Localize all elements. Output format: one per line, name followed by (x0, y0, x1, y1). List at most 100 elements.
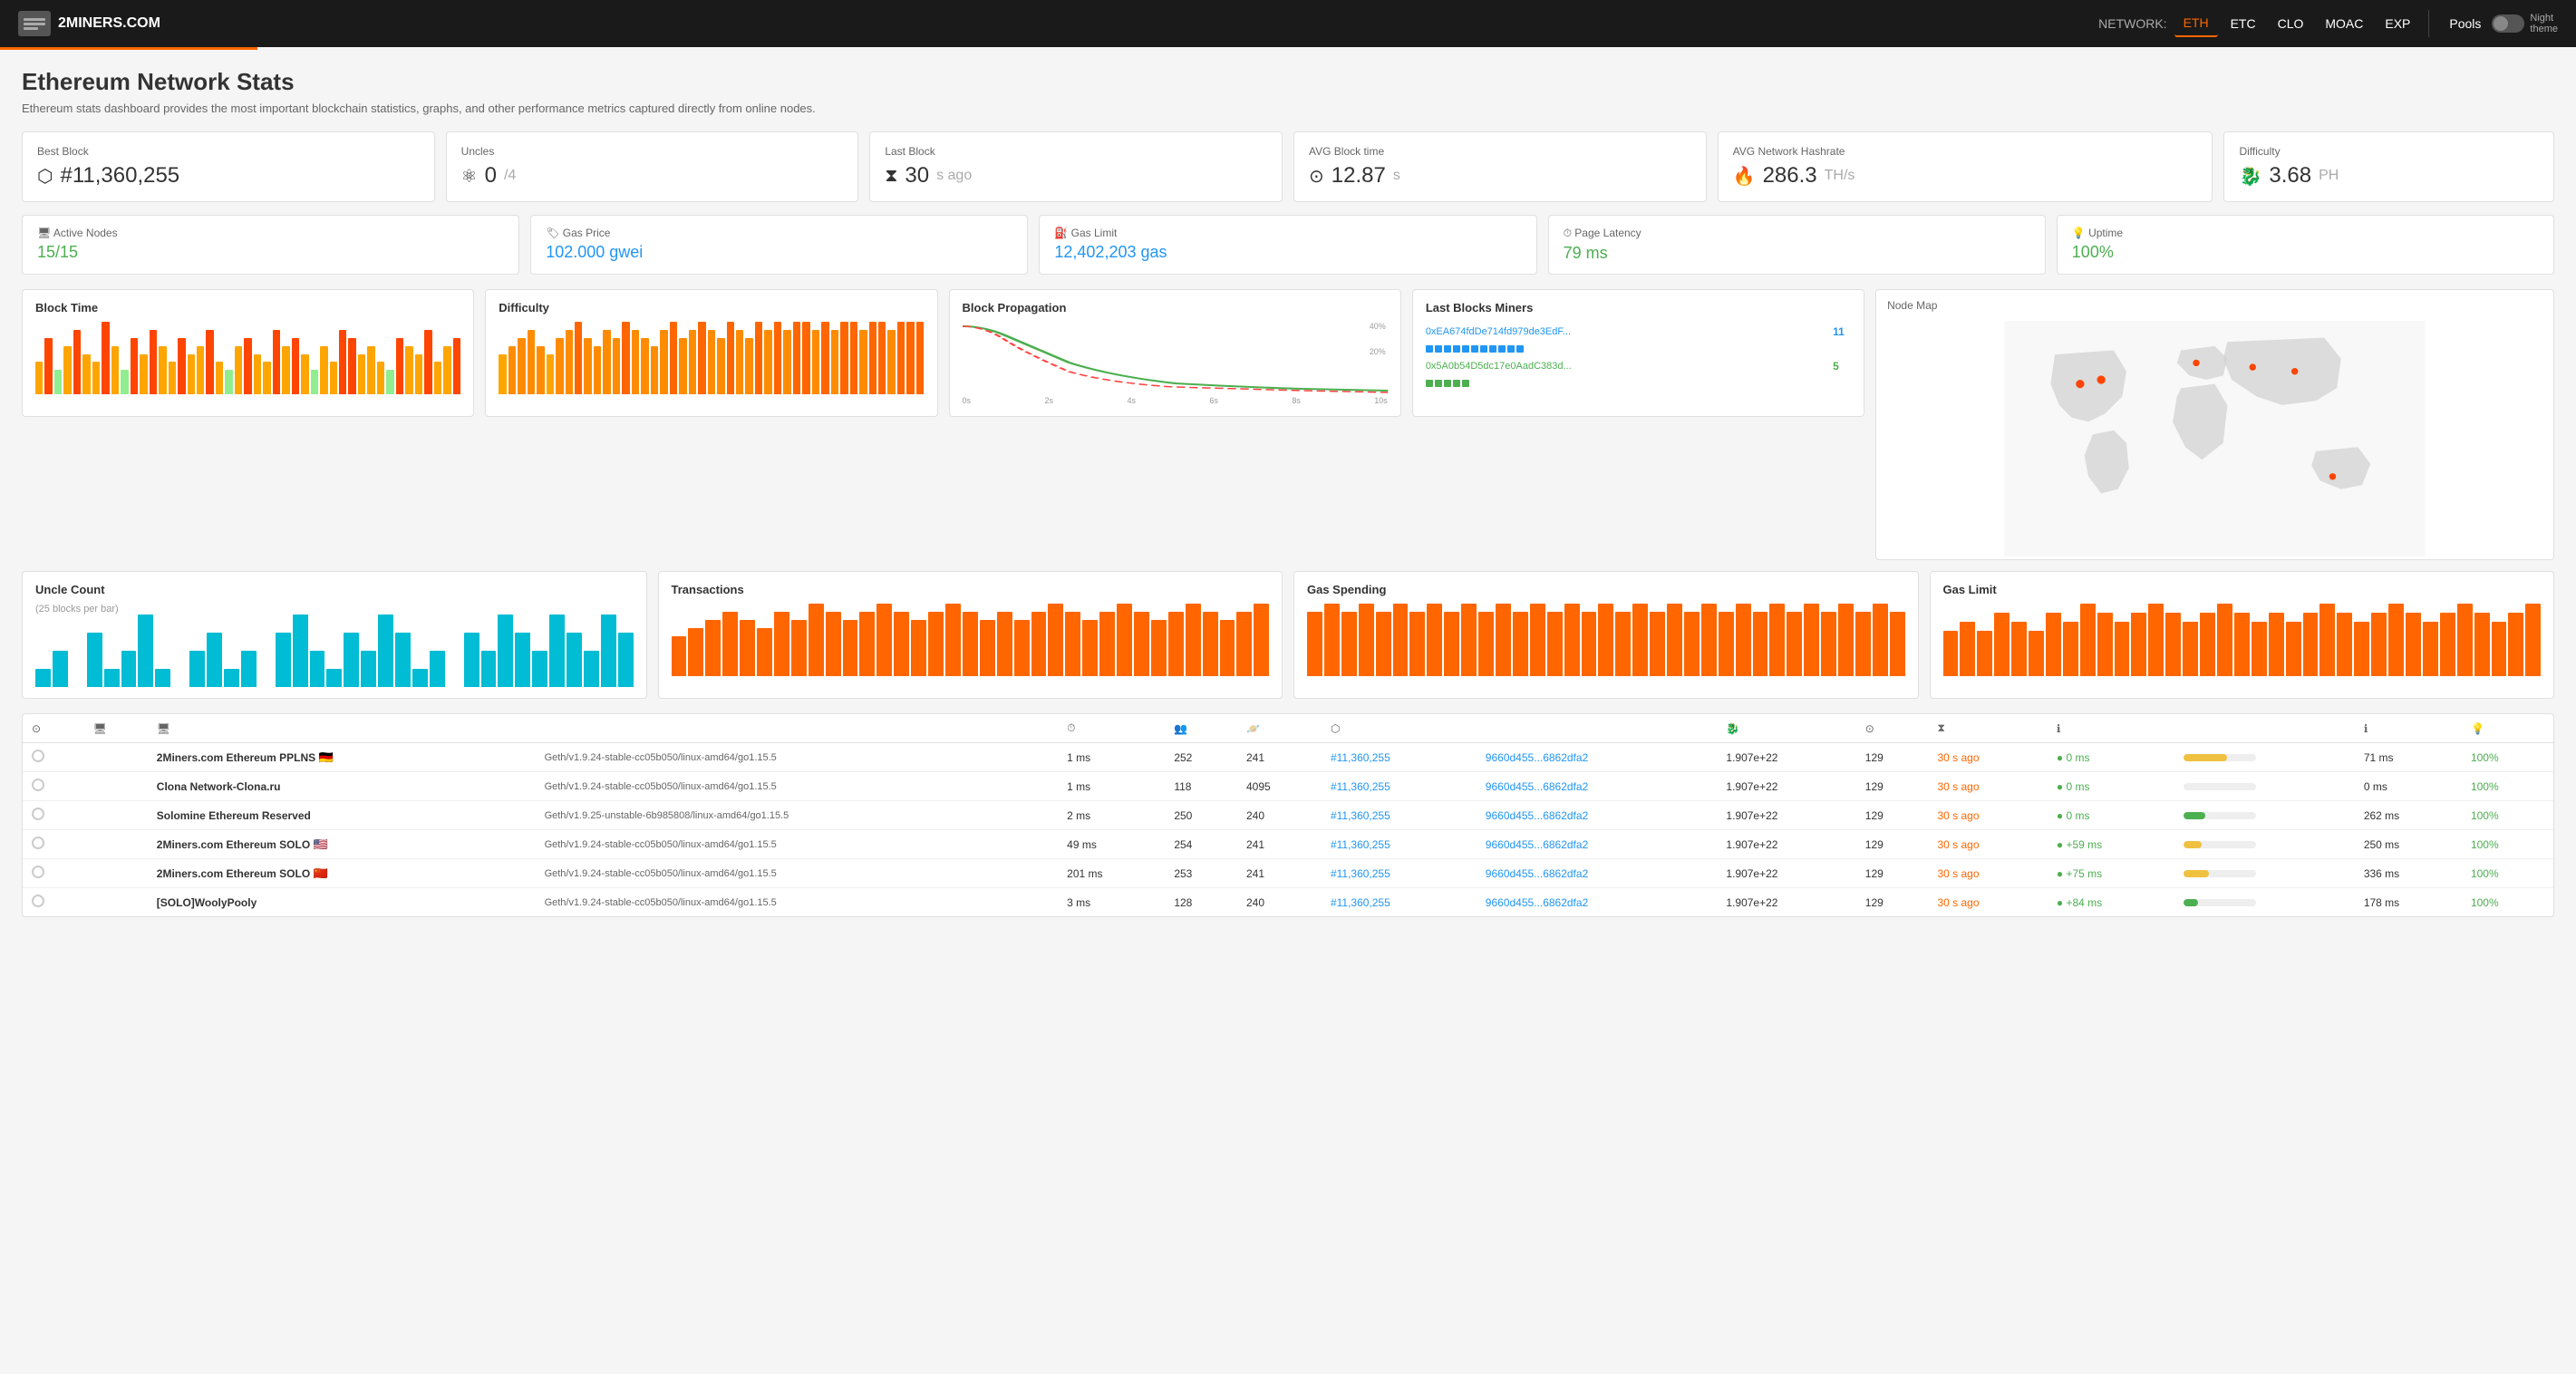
stat-uncles-value: ⚛ 0/4 (461, 163, 844, 189)
latency-bar-container (2184, 841, 2256, 848)
latency-bar (2184, 754, 2227, 761)
latency-bar-container (2184, 899, 2256, 906)
row-uptime: 100% (2462, 801, 2553, 830)
row-peers: 252 (1165, 743, 1237, 772)
row-peers: 250 (1165, 801, 1237, 830)
gas-limit-value: 12,402,203 gas (1054, 243, 1521, 262)
row-hash: 9660d455...6862dfa2 (1477, 772, 1718, 801)
nav-clo[interactable]: CLO (2269, 11, 2313, 36)
row-pending: 241 (1237, 830, 1322, 859)
page-latency-label: ⏱ Page Latency (1564, 227, 2030, 240)
row-name: [SOLO]WoolyPooly (148, 888, 536, 917)
brand: 2MINERS.COM (18, 11, 160, 36)
secondary-uptime: 💡 Uptime 100% (2057, 215, 2554, 275)
th-latency2: ℹ (2355, 714, 2462, 743)
nav-pools[interactable]: Pools (2438, 11, 2492, 36)
chart-block-propagation-title: Block Propagation (963, 301, 1388, 314)
stat-difficulty: Difficulty 🐉 3.68PH (2223, 131, 2554, 202)
th-diff: 🐉 (1717, 714, 1855, 743)
table-row: 2Miners.com Ethereum SOLO 🇺🇸 Geth/v1.9.2… (23, 830, 2553, 859)
page-latency-value: 79 ms (1564, 244, 2030, 263)
stat-uncles-label: Uncles (461, 145, 844, 158)
gas-limit-label: ⛽ Gas Limit (1054, 227, 1521, 239)
row-name: 2Miners.com Ethereum SOLO 🇨🇳 (148, 859, 536, 888)
chart-block-time-title: Block Time (35, 301, 460, 314)
row-last-block: 30 s ago (1928, 801, 2047, 830)
row-txs: 129 (1856, 743, 1929, 772)
nav-eth[interactable]: ETH (2174, 10, 2218, 37)
chart-block-time-area (35, 322, 460, 394)
row-uptime: 100% (2462, 830, 2553, 859)
row-last-block: 30 s ago (1928, 888, 2047, 917)
nav-etc[interactable]: ETC (2222, 11, 2265, 36)
nodes-table: ⊙ 🖥 🖥 ⏱ 👥 🪐 ⬡ 🐉 ⊙ ⧗ ℹ ℹ 💡 (23, 714, 2553, 916)
th-last-block: ⧗ (1928, 714, 2047, 743)
row-status (23, 888, 84, 917)
chart-block-time: Block Time (22, 289, 474, 417)
th-status: ⊙ (23, 714, 84, 743)
night-toggle[interactable]: Night theme (2492, 13, 2558, 34)
chart-difficulty-area (499, 322, 924, 394)
row-uptime: 100% (2462, 859, 2553, 888)
row-type (84, 772, 148, 801)
row-block: #11,360,255 (1322, 772, 1477, 801)
latency-bar (2184, 870, 2209, 877)
row-peers: 253 (1165, 859, 1237, 888)
stat-difficulty-label: Difficulty (2239, 145, 2539, 158)
row-version: Geth/v1.9.24-stable-cc05b050/linux-amd64… (536, 888, 1059, 917)
nodes-table-body: 2Miners.com Ethereum PPLNS 🇩🇪 Geth/v1.9.… (23, 743, 2553, 917)
miner-addr-1: 0xEA674fdDe714fd979de3EdF... (1426, 326, 1825, 337)
map-label: Node Map (1876, 290, 2553, 321)
uptime-label: 💡 Uptime (2072, 227, 2539, 239)
stat-difficulty-value: 🐉 3.68PH (2239, 163, 2539, 189)
secondary-grid: 🖥 Active Nodes 15/15 🏷 Gas Price 102.000… (22, 215, 2554, 275)
chart-transactions-title: Transactions (672, 583, 1270, 596)
row-latency: 1 ms (1058, 743, 1165, 772)
chart-last-blocks-miners: Last Blocks Miners 0xEA674fdDe714fd979de… (1412, 289, 1864, 417)
navbar: 2MINERS.COM NETWORK: ETH ETC CLO MOAC EX… (0, 0, 2576, 47)
last-blocks-miners-title: Last Blocks Miners (1426, 301, 1851, 314)
gas-price-value: 102.000 gwei (546, 243, 1012, 262)
nav-exp[interactable]: EXP (2376, 11, 2419, 36)
nav-moac[interactable]: MOAC (2316, 11, 2372, 36)
chart-uncle-count-title: Uncle Count (35, 583, 634, 596)
row-peers: 254 (1165, 830, 1237, 859)
row-last-block: 30 s ago (1928, 772, 2047, 801)
gas-price-label: 🏷 Gas Price (546, 227, 1012, 239)
stat-last-block: Last Block ⧗ 30s ago (869, 131, 1283, 202)
propagation-chart-area: 40% 20% (963, 322, 1388, 394)
row-block: #11,360,255 (1322, 801, 1477, 830)
row-uptime: 100% (2462, 743, 2553, 772)
row-last-block: 30 s ago (1928, 859, 2047, 888)
row-block: #11,360,255 (1322, 743, 1477, 772)
row-hash: 9660d455...6862dfa2 (1477, 859, 1718, 888)
row-hash: 9660d455...6862dfa2 (1477, 801, 1718, 830)
row-hash: 9660d455...6862dfa2 (1477, 743, 1718, 772)
status-circle (32, 866, 44, 878)
th-node: 🖥 (148, 714, 536, 743)
th-uptime: 💡 (2462, 714, 2553, 743)
row-pending: 240 (1237, 801, 1322, 830)
avg-block-time-icon: ⊙ (1309, 165, 1324, 188)
row-prop-chart (2174, 801, 2355, 830)
row-status (23, 859, 84, 888)
row-prop-chart (2174, 772, 2355, 801)
toggle-switch[interactable] (2492, 15, 2524, 33)
chart-uncle-count-subtitle: (25 blocks per bar) (35, 604, 634, 614)
row-difficulty: 1.907e+22 (1717, 830, 1855, 859)
difficulty-icon: 🐉 (2239, 165, 2261, 188)
table-row: 2Miners.com Ethereum PPLNS 🇩🇪 Geth/v1.9.… (23, 743, 2553, 772)
row-block: #11,360,255 (1322, 859, 1477, 888)
stat-avg-block-time-value: ⊙ 12.87s (1309, 163, 1691, 189)
miner-count-2: 5 (1833, 360, 1851, 373)
row-propagation: ● +84 ms (2048, 888, 2174, 917)
row-status (23, 772, 84, 801)
table-row: 2Miners.com Ethereum SOLO 🇨🇳 Geth/v1.9.2… (23, 859, 2553, 888)
row-last-block: 30 s ago (1928, 743, 2047, 772)
logo-icon (18, 11, 51, 36)
row-pending: 4095 (1237, 772, 1322, 801)
latency-bar (2184, 899, 2198, 906)
brand-text: 2MINERS.COM (58, 15, 160, 32)
network-label: NETWORK: (2098, 16, 2166, 31)
stat-avg-hashrate-value: 🔥 286.3TH/s (1733, 163, 2198, 189)
